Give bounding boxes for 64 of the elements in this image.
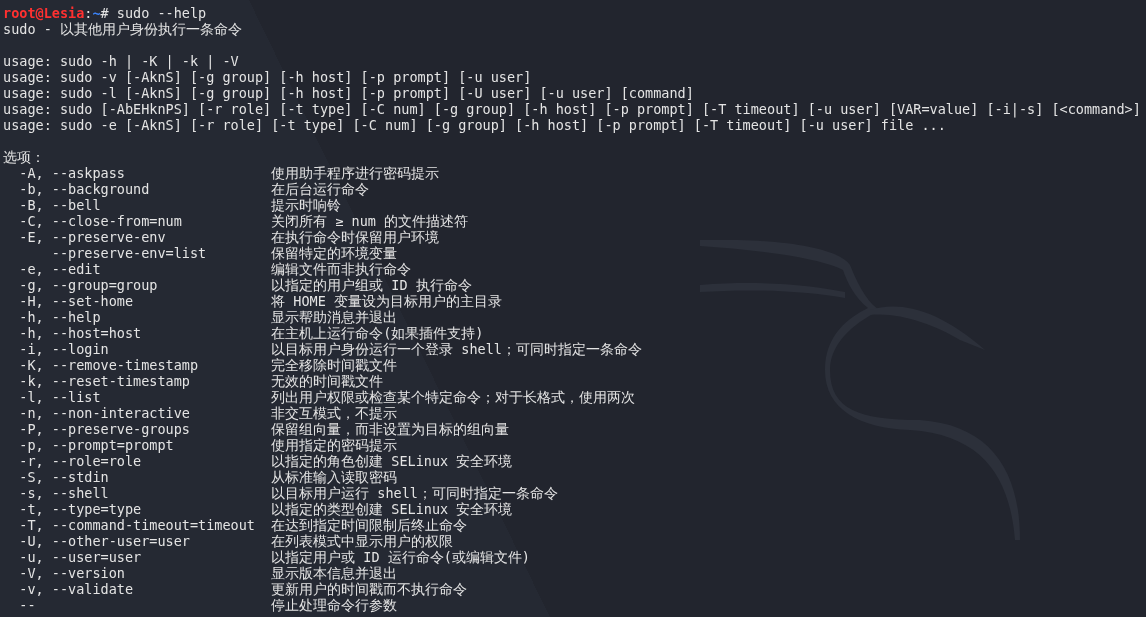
option-description: 提示时响铃 [271,197,342,213]
option-label: -v, --validate [19,581,134,597]
option-label: -H, --set-home [19,293,134,309]
option-description: 在达到指定时间限制后终止命令 [271,517,468,533]
option-label: -k, --reset-timestamp [19,373,190,389]
option-label: -V, --version [19,565,125,581]
option-label: -u, --user=user [19,549,142,565]
option-description: 关闭所有 ≥ num 的文件描述符 [271,213,469,229]
usage-line: usage: sudo -v [-AknS] [-g group] [-h host] [-p prompt] [-u user] [3,69,532,85]
usage-line: usage: sudo -e [-AknS] [-r role] [-t type] [-C num] [-g group] [-h host] [-p prompt] [-T timeout] [-u user] file ... [3,117,946,133]
option-description: 更新用户的时间戳而不执行命令 [271,581,468,597]
option-label: -n, --non-interactive [19,405,190,421]
option-label: -e, --edit [19,261,101,277]
option-label: -- [19,597,36,613]
option-description: 将 HOME 变量设为目标用户的主目录 [271,293,502,309]
option-label: -b, --background [19,181,150,197]
option-label: -A, --askpass [19,165,125,181]
option-label: -s, --shell [19,485,109,501]
option-label: -P, --preserve-groups [19,421,190,437]
option-description: 以目标用户身份运行一个登录 shell；可同时指定一条命令 [271,341,642,357]
option-description: 使用指定的密码提示 [271,437,398,453]
option-label: -T, --command-timeout=timeout [19,517,255,533]
option-label: -h, --host=host [19,325,142,341]
option-label: -U, --other-user=user [19,533,190,549]
option-label: -E, --preserve-env [19,229,166,245]
option-description: 以指定的类型创建 SELinux 安全环境 [271,501,513,517]
option-label: -g, --group=group [19,277,158,293]
option-label: -B, --bell [19,197,101,213]
option-description: 在主机上运行命令(如果插件支持) [271,325,484,341]
usage-line: usage: sudo -l [-AknS] [-g group] [-h host] [-p prompt] [-U user] [-u user] [command] [3,85,694,101]
option-description: 在执行命令时保留用户环境 [271,229,440,245]
option-description: 以目标用户运行 shell；可同时指定一条命令 [271,485,558,501]
option-description: 完全移除时间戳文件 [271,357,398,373]
option-description: 在后台运行命令 [271,181,370,197]
option-description: 显示版本信息并退出 [271,565,398,581]
option-label: -i, --login [19,341,109,357]
option-description: 保留特定的环境变量 [271,245,398,261]
option-label: -C, --close-from=num [19,213,182,229]
usage-line: usage: sudo [-AbEHknPS] [-r role] [-t type] [-C num] [-g group] [-h host] [-p prompt] [-T timeout] [-u user] [VAR=value] [-i|-s] [<command>] [3,101,1141,117]
options-heading: 选项： [3,149,45,165]
option-description: 保留组向量，而非设置为目标的组向量 [271,421,510,437]
prompt-line: root@Lesia:~# sudo --help [3,5,207,21]
option-label: --preserve-env=list [50,245,207,261]
output-line: sudo - 以其他用户身份执行一条命令 [3,21,242,37]
option-label: -K, --remove-timestamp [19,357,199,373]
option-description: 显示帮助消息并退出 [271,309,398,325]
option-label: -t, --type=type [19,501,142,517]
option-label: -h, --help [19,309,101,325]
option-description: 以指定用户或 ID 运行命令(或编辑文件) [271,549,530,565]
usage-line: usage: sudo -h | -K | -k | -V [3,53,239,69]
option-description: 无效的时间戳文件 [271,373,384,389]
option-description: 以指定的角色创建 SELinux 安全环境 [271,453,513,469]
option-description: 停止处理命令行参数 [271,597,398,613]
option-description: 在列表模式中显示用户的权限 [271,533,454,549]
option-description: 从标准输入读取密码 [271,469,398,485]
option-description: 以指定的用户组或 ID 执行命令 [271,277,472,293]
option-description: 列出用户权限或检查某个特定命令；对于长格式，使用两次 [271,389,636,405]
option-label: -S, --stdin [19,469,109,485]
option-label: -l, --list [19,389,101,405]
option-description: 使用助手程序进行密码提示 [271,165,440,181]
option-label: -r, --role=role [19,453,142,469]
option-label: -p, --prompt=prompt [19,437,174,453]
option-description: 编辑文件而非执行命令 [271,261,412,277]
option-description: 非交互模式，不提示 [271,405,398,421]
